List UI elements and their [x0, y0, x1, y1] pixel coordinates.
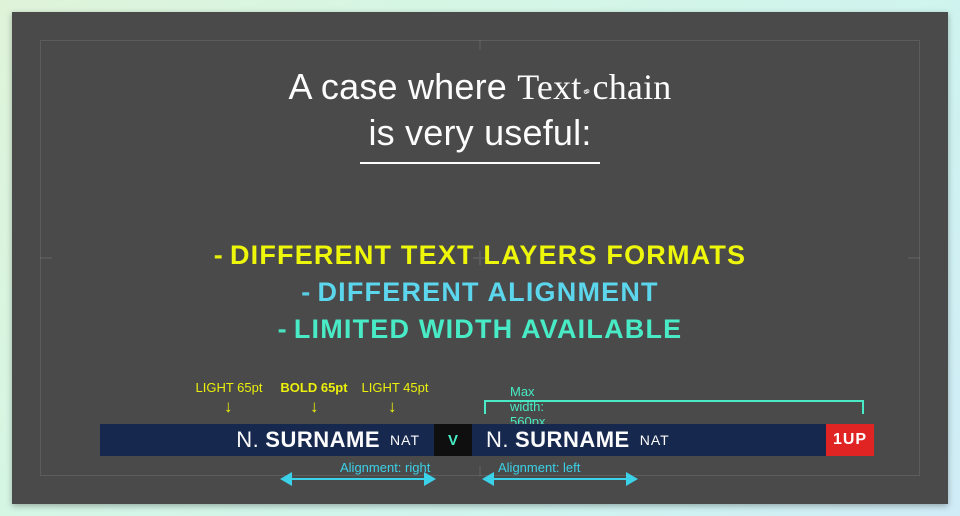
score-badge: 1UP: [826, 424, 874, 456]
arrow-down-icon: ↓: [388, 398, 397, 415]
team-left: N. SURNAME NAT: [100, 424, 434, 456]
left-initial: N.: [236, 427, 259, 453]
alignment-left-label: Alignment: left: [498, 460, 580, 475]
bullet-2: -Different alignment: [12, 277, 948, 308]
team-right: N. SURNAME NAT: [472, 424, 826, 456]
title-serif-1: Text: [517, 67, 581, 107]
score-bar: N. SURNAME NAT V N. SURNAME NAT 1UP: [100, 424, 900, 456]
title-underline: [360, 162, 600, 164]
bullet-3: -Limited width available: [12, 314, 948, 345]
title-line-2: is very useful:: [12, 112, 948, 153]
bracket-icon: [484, 400, 864, 414]
left-surname: SURNAME: [259, 427, 380, 453]
left-nat: NAT: [380, 432, 420, 448]
bullet-1: -Different text layers formats: [12, 240, 948, 271]
title-pre: A case where: [288, 66, 517, 107]
label-light65: LIGHT 65pt: [187, 380, 271, 395]
arrow-horizontal-icon: [282, 478, 434, 480]
title-serif-2: chain: [593, 67, 672, 107]
alignment-right-label: Alignment: right: [340, 460, 430, 475]
vs-box: V: [434, 424, 472, 456]
arrow-down-icon: ↓: [224, 398, 233, 415]
arrow-horizontal-icon: [484, 478, 636, 480]
label-light45: LIGHT 45pt: [357, 380, 433, 395]
right-nat: NAT: [630, 432, 670, 448]
arrow-down-icon: ↓: [310, 398, 319, 415]
bullet-list: -Different text layers formats -Differen…: [12, 240, 948, 345]
right-surname: SURNAME: [509, 427, 630, 453]
title-block: A case where Text⚭chain is very useful:: [12, 66, 948, 164]
composition-canvas[interactable]: A case where Text⚭chain is very useful: …: [12, 12, 948, 504]
label-bold65: BOLD 65pt: [272, 380, 356, 395]
right-initial: N.: [486, 427, 509, 453]
